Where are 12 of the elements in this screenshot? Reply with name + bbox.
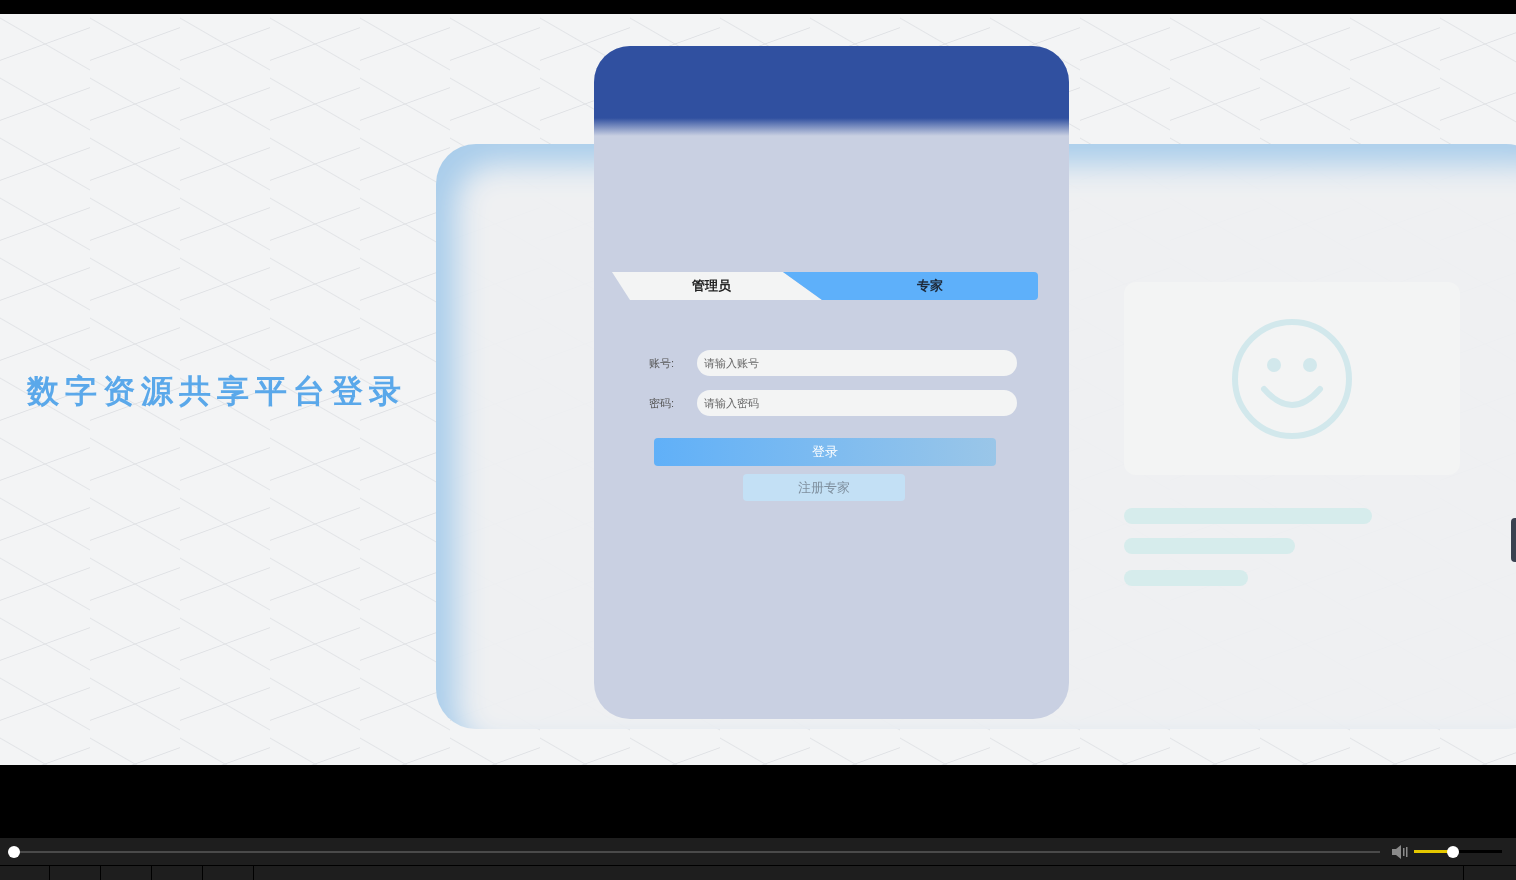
speaker-icon[interactable] — [1392, 844, 1408, 859]
page-title: 数字资源共享平台登录 — [27, 372, 407, 411]
side-handle[interactable] — [1511, 518, 1516, 562]
seek-thumb[interactable] — [8, 845, 20, 858]
input-field[interactable]: 请输入账号 — [697, 350, 1017, 376]
field-label: 密码: — [649, 395, 676, 411]
role-tab[interactable]: 管理员 — [612, 272, 822, 300]
field-label: 账号: — [649, 355, 676, 371]
smiley-icon — [1230, 316, 1354, 441]
input-field[interactable]: 请输入密码 — [697, 390, 1017, 416]
role-tab[interactable]: 专家 — [783, 272, 1038, 300]
volume-thumb[interactable] — [1446, 845, 1459, 858]
